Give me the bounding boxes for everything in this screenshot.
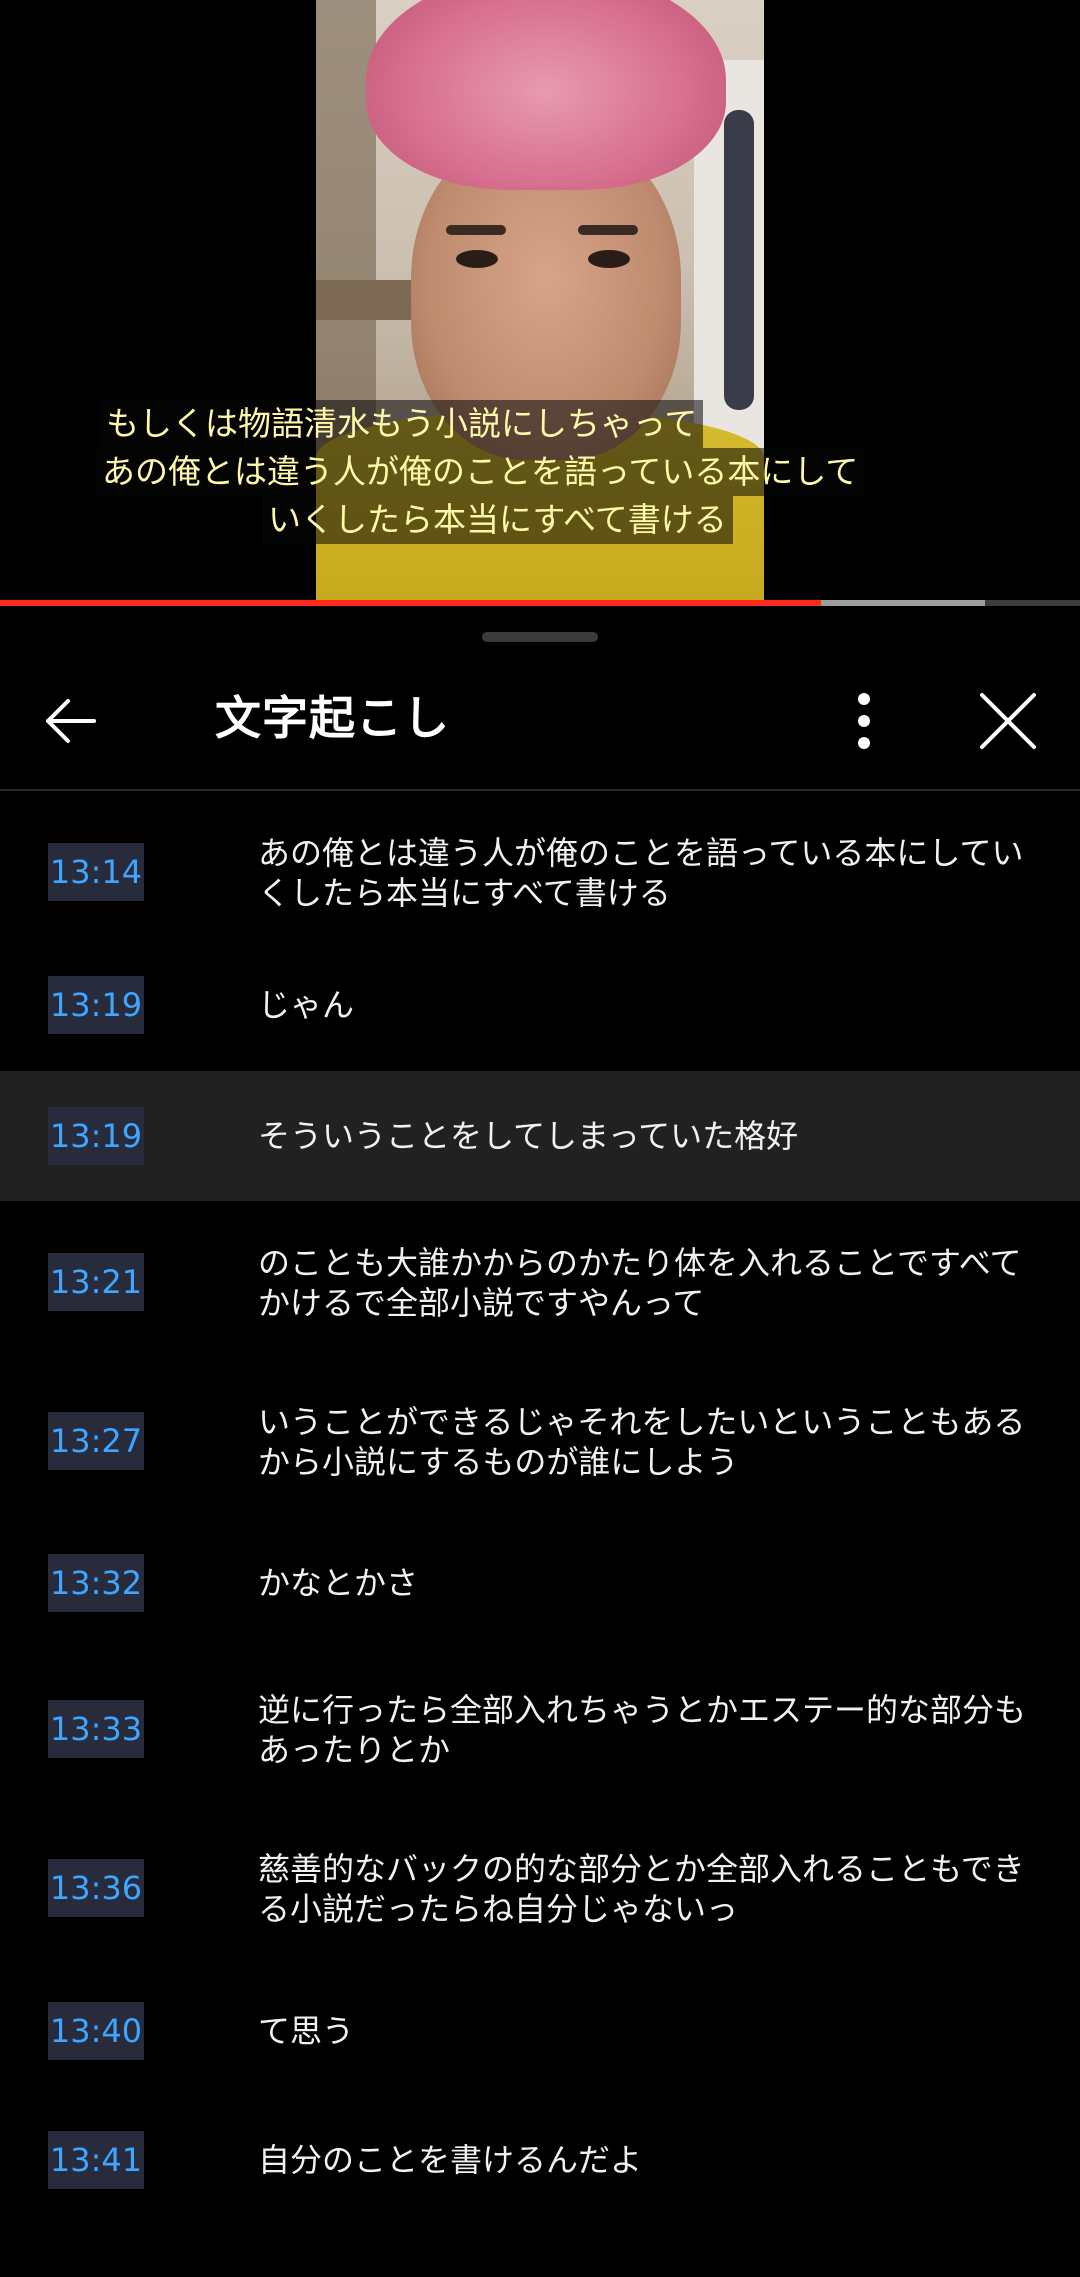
caption-line: あの俺とは違う人が俺のことを語っている本にして <box>96 448 865 496</box>
frame-shelf <box>316 280 416 320</box>
close-button[interactable] <box>968 681 1048 761</box>
video-player[interactable]: もしくは物語清水もう小説にしちゃって あの俺とは違う人が俺のことを語っている本に… <box>0 0 1080 603</box>
transcript-text: いうことができるじゃそれをしたいということもあるから小説にするものが誰にしよう <box>258 1403 1026 1481</box>
transcript-text: そういうことをしてしまっていた格好 <box>258 1117 799 1155</box>
transcript-panel: 文字起こし 13:14 あの俺とは違う人が俺のことを語っている本にしていくしたら本… <box>0 606 1080 2277</box>
transcript-row[interactable]: 13:19 じゃん <box>0 940 1080 1071</box>
frame-door-shadow <box>724 110 754 410</box>
transcript-text: じゃん <box>258 986 355 1024</box>
close-icon <box>980 693 1036 749</box>
drag-handle[interactable] <box>482 632 598 642</box>
back-button[interactable] <box>34 681 114 761</box>
transcript-row[interactable]: 13:41 自分のことを書けるんだよ <box>0 2095 1080 2225</box>
timestamp-badge: 13:21 <box>48 1253 144 1311</box>
transcript-text: のことも大誰かからのかたり体を入れることですべてかけるで全部小説ですやんって <box>258 1244 1022 1322</box>
transcript-row[interactable]: 13:36 慈善的なバックの的な部分とか全部入れることもできる小説だったらね自分じ… <box>0 1807 1080 1966</box>
transcript-text: かなとかさ <box>258 1564 419 1602</box>
frame-brow <box>446 225 506 235</box>
panel-header: 文字起こし <box>0 646 1080 788</box>
transcript-row[interactable]: 13:19 そういうことをしてしまっていた格好 <box>0 1071 1080 1201</box>
transcript-text: あの俺とは違う人が俺のことを語っている本にしていくしたら本当にすべて書ける <box>258 834 1024 912</box>
transcript-row[interactable]: 13:40 て思う <box>0 1966 1080 2095</box>
transcript-text: 逆に行ったら全部入れちゃうとかエステー的な部分もあったりとか <box>258 1691 1027 1769</box>
transcript-text: 慈善的なバックの的な部分とか全部入れることもできる小説だったらね自分じゃないっ <box>258 1850 1025 1928</box>
transcript-text: 自分のことを書けるんだよ <box>258 2141 643 2179</box>
panel-title: 文字起こし <box>215 691 450 745</box>
transcript-row[interactable]: 13:32 かなとかさ <box>0 1518 1080 1648</box>
timestamp-badge: 13:41 <box>48 2131 144 2189</box>
timestamp-badge: 13:40 <box>48 2002 144 2060</box>
transcript-row[interactable]: 13:33 逆に行ったら全部入れちゃうとかエステー的な部分もあったりとか <box>0 1648 1080 1807</box>
caption-line: いくしたら本当にすべて書ける <box>262 496 733 544</box>
more-options-button[interactable] <box>836 681 892 761</box>
transcript-row[interactable]: 13:27 いうことができるじゃそれをしたいということもあるから小説にするものが誰… <box>0 1360 1080 1518</box>
timestamp-badge: 13:32 <box>48 1554 144 1612</box>
transcript-text: て思う <box>258 2012 355 2050</box>
caption-line: もしくは物語清水もう小説にしちゃって <box>100 400 704 448</box>
timestamp-badge: 13:19 <box>48 976 144 1034</box>
timestamp-badge: 13:36 <box>48 1859 144 1917</box>
frame-brow <box>578 225 638 235</box>
video-captions: もしくは物語清水もう小説にしちゃって あの俺とは違う人が俺のことを語っている本に… <box>0 400 1080 544</box>
timestamp-badge: 13:27 <box>48 1412 144 1470</box>
more-vert-icon <box>858 693 870 749</box>
timestamp-badge: 13:14 <box>48 843 144 901</box>
timestamp-badge: 13:19 <box>48 1107 144 1165</box>
transcript-row[interactable]: 13:21 のことも大誰かからのかたり体を入れることですべてかけるで全部小説ですや… <box>0 1201 1080 1360</box>
frame-eye <box>456 250 498 268</box>
frame-hair <box>366 0 726 190</box>
timestamp-badge: 13:33 <box>48 1700 144 1758</box>
transcript-row[interactable]: 13:14 あの俺とは違う人が俺のことを語っている本にしていくしたら本当にすべて書… <box>0 791 1080 940</box>
frame-eye <box>588 250 630 268</box>
arrow-left-icon <box>46 699 96 743</box>
